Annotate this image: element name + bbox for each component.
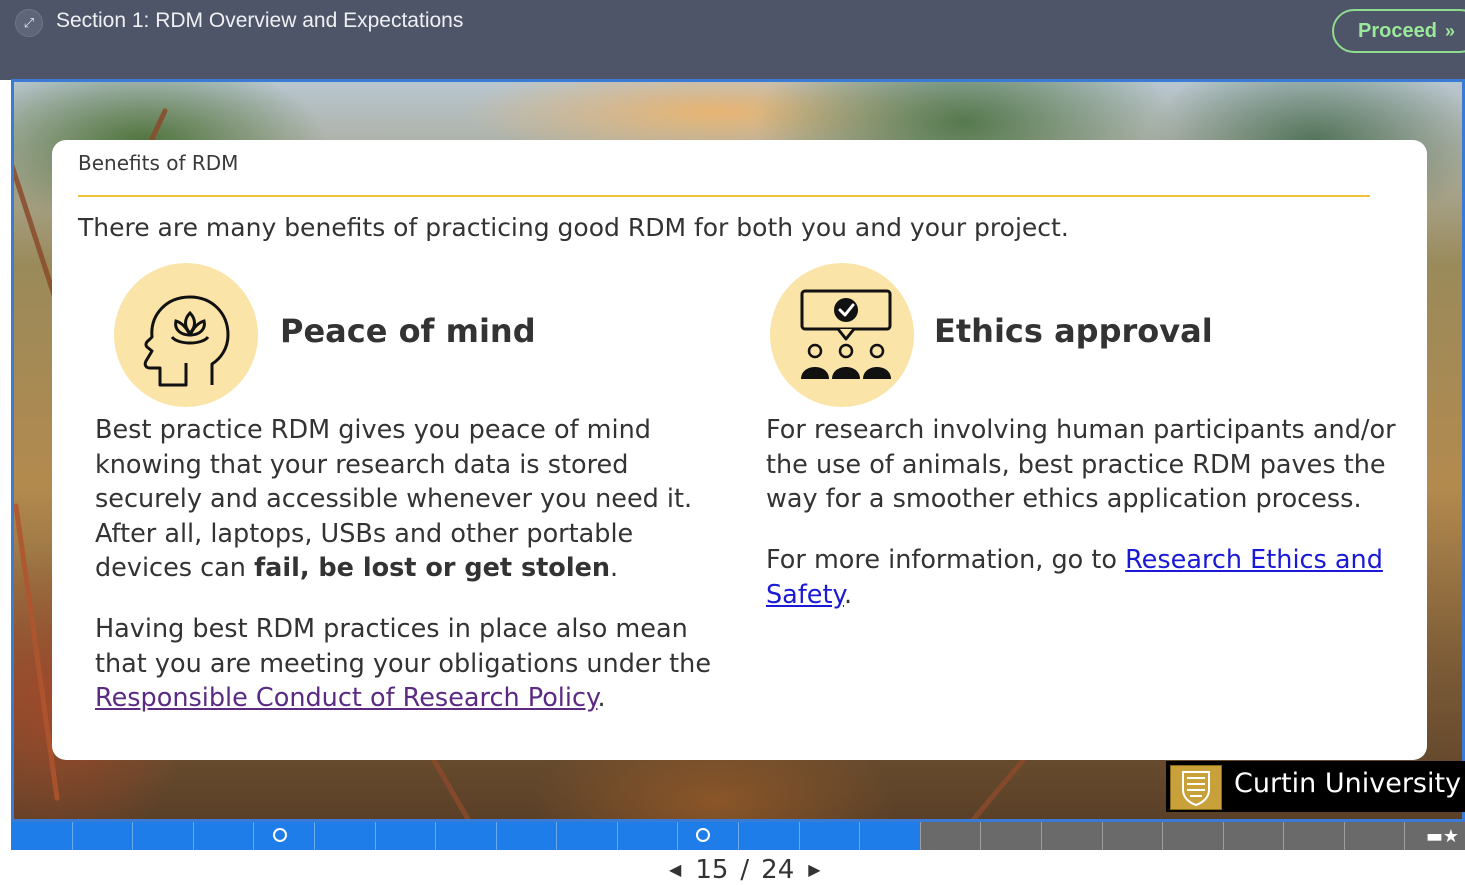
ethics-approval-heading: Ethics approval [934,312,1213,350]
progress-segment-divider [1344,822,1345,850]
progress-segment-divider [193,822,194,850]
total-pages: 24 [761,854,795,885]
peace-of-mind-heading: Peace of mind [280,312,536,350]
progress-segment-divider [920,822,921,850]
current-page: 15 [695,854,729,885]
checkpoint-marker[interactable] [273,828,287,842]
progress-segment-divider [677,822,678,850]
progress-fill [11,822,920,850]
progress-segment-divider [799,822,800,850]
page-navigator: ◀ 15 / 24 ▶ [655,855,835,885]
title-divider [78,195,1370,197]
course-progress-bar[interactable]: ▬★ [11,822,1465,850]
para-end: . [843,579,853,610]
progress-segment-divider [1404,822,1405,850]
logo-text: Curtin University [1234,768,1462,799]
progress-segment-divider [1162,822,1163,850]
progress-segment-divider [1041,822,1042,850]
progress-segment-divider [859,822,860,850]
proceed-label: Proceed [1358,19,1437,42]
progress-segment-divider [375,822,376,850]
peace-of-mind-paragraph-2: Having best RDM practices in place also … [95,612,735,716]
progress-segment-divider [617,822,618,850]
progress-segment-divider [132,822,133,850]
content-card: Benefits of RDM There are many benefits … [52,140,1427,760]
triangle-left-icon[interactable]: ◀ [669,860,681,879]
star-icon[interactable]: ▬★ [1426,826,1459,847]
progress-segment-divider [72,822,73,850]
para-end: . [610,553,619,583]
ethics-approval-paragraph-1: For research involving human participant… [766,415,1396,514]
group-checkmark-icon [770,263,914,407]
triangle-right-icon[interactable]: ▶ [808,860,820,879]
responsible-conduct-policy-link[interactable]: Responsible Conduct of Research Policy [95,683,597,713]
progress-segment-divider [253,822,254,850]
progress-segment-divider [1283,822,1284,850]
progress-segment-divider [980,822,981,850]
head-lotus-icon [114,263,258,407]
progress-segment-divider [496,822,497,850]
emphasis-text: fail, be lost or get stolen [254,553,611,583]
progress-segment-divider [1223,822,1224,850]
progress-segment-divider [738,822,739,850]
para-end: . [597,683,606,713]
para-text: Having best RDM practices in place also … [95,614,712,679]
progress-segment-divider [314,822,315,850]
checkpoint-marker[interactable] [696,828,710,842]
progress-segment-divider [1102,822,1103,850]
curtin-logo: Curtin University [1166,761,1465,812]
intro-text: There are many benefits of practicing go… [78,213,1069,242]
proceed-button[interactable]: Proceed » [1332,9,1465,53]
crest-icon [1170,765,1222,810]
page-separator: / [740,854,750,885]
expand-icon[interactable]: ⤢ [15,9,43,37]
chevrons-right-icon: » [1444,20,1455,41]
top-bar: ⤢ Section 1: RDM Overview and Expectatio… [0,0,1465,80]
progress-segment-divider [556,822,557,850]
card-title: Benefits of RDM [78,151,239,175]
para-text: For more information, go to [766,545,1126,575]
section-title: Section 1: RDM Overview and Expectations [56,9,464,32]
progress-segment-divider [435,822,436,850]
peace-of-mind-paragraph-1: Best practice RDM gives you peace of min… [95,413,735,586]
ethics-approval-paragraph-2: For more information, go to Research Eth… [766,543,1396,612]
